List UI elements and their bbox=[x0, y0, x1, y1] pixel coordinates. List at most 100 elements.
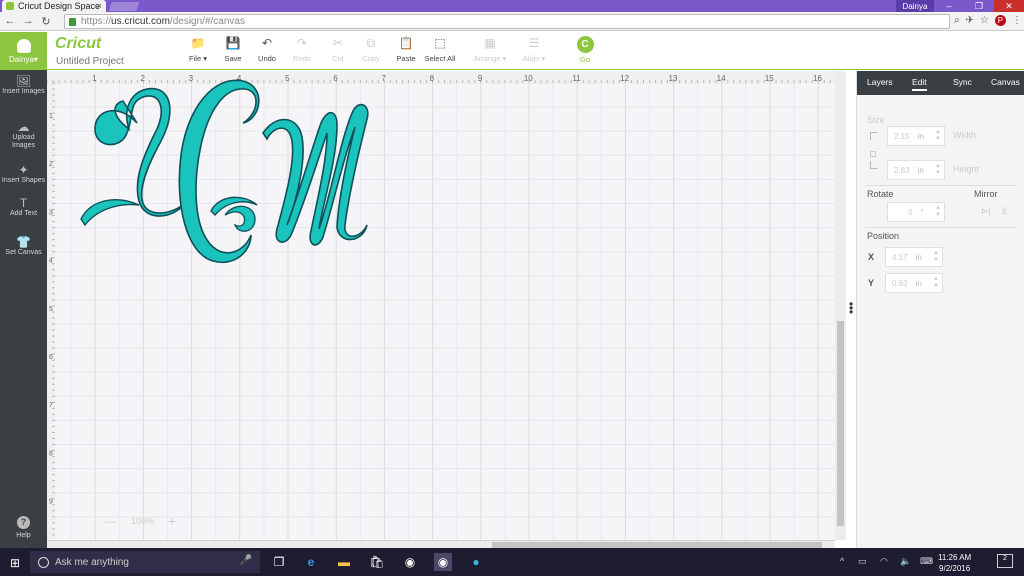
notifications-icon[interactable]: 2 bbox=[997, 554, 1013, 568]
close-window-button[interactable]: ✕ bbox=[994, 0, 1024, 12]
arrange-button[interactable]: ▦ Arrange ▾ bbox=[472, 36, 508, 63]
y-position-field[interactable]: 0.63 in ▲ ▼ bbox=[885, 273, 943, 293]
cortana-search-input[interactable]: Ask me anything 🎤 bbox=[30, 551, 260, 573]
undo-label: Undo bbox=[258, 54, 276, 63]
canvas-horizontal-scrollbar[interactable] bbox=[47, 540, 835, 548]
width-field[interactable]: 2.15 in ▲ ▼ bbox=[887, 126, 945, 146]
zoom-icon[interactable]: ⌕ bbox=[954, 15, 960, 26]
minimize-button[interactable]: – bbox=[934, 0, 964, 12]
volume-icon[interactable]: 🔈 bbox=[900, 556, 911, 567]
file-explorer-icon[interactable]: ▬ bbox=[335, 553, 353, 571]
extension-icon[interactable]: ✈ bbox=[966, 15, 974, 26]
ruler-x-label: 8 bbox=[430, 74, 435, 83]
paste-icon: 📋 bbox=[398, 36, 414, 50]
y-stepper-icon[interactable]: ▲ ▼ bbox=[933, 276, 939, 290]
select-all-button[interactable]: ⬚ Select All bbox=[422, 36, 458, 63]
x-position-field[interactable]: 4.17 in ▲ ▼ bbox=[885, 247, 943, 267]
battery-icon[interactable]: ▭ bbox=[858, 556, 867, 567]
address-bar-actions: ⌕ ✈ ☆ P ⋮ bbox=[954, 15, 1022, 26]
ruler-y-label: 2 bbox=[49, 161, 53, 168]
reload-icon[interactable]: ↻ bbox=[40, 15, 52, 28]
sidebar-item-upload-images[interactable]: ☁ Upload Images bbox=[0, 120, 47, 150]
zoom-out-button[interactable]: — bbox=[105, 514, 117, 528]
file-button[interactable]: 📁 File ▾ bbox=[180, 36, 216, 63]
chrome-active-icon[interactable]: ◉ bbox=[434, 553, 452, 571]
ruler-x-label: 13 bbox=[668, 74, 677, 83]
tray-expand-icon[interactable]: ^ bbox=[840, 556, 844, 566]
url-input[interactable]: https:// us.cricut.com /design/#/canvas bbox=[64, 14, 950, 29]
user-menu-label: Dainya▾ bbox=[9, 54, 38, 64]
keyboard-icon[interactable]: ⌨ bbox=[920, 556, 933, 567]
browser-profile-chip[interactable]: Dainya bbox=[896, 0, 934, 12]
height-stepper-icon[interactable]: ▲ ▼ bbox=[935, 163, 941, 177]
sidebar-item-insert-images[interactable]: 🖼 Insert Images bbox=[0, 74, 47, 96]
bookmark-star-icon[interactable]: ☆ bbox=[980, 15, 989, 26]
mirror-horizontal-icon[interactable]: ⊳| bbox=[981, 206, 991, 217]
tab-canvas[interactable]: Canvas bbox=[991, 77, 1020, 87]
store-icon[interactable]: 🛍 bbox=[368, 553, 386, 571]
sidebar-item-set-canvas[interactable]: 👕 Set Canvas bbox=[0, 235, 47, 257]
cortana-icon bbox=[38, 556, 49, 568]
x-stepper-icon[interactable]: ▲ ▼ bbox=[933, 250, 939, 264]
folder-icon: 📁 bbox=[190, 36, 206, 50]
save-label: Save bbox=[224, 54, 242, 63]
microphone-icon[interactable]: 🎤 bbox=[240, 555, 252, 566]
rotate-stepper-icon[interactable]: ▲ ▼ bbox=[935, 205, 941, 219]
lock-bracket-top-icon bbox=[870, 132, 878, 140]
user-menu-button[interactable]: Dainya▾ bbox=[0, 32, 47, 70]
file-label: File ▾ bbox=[189, 54, 207, 63]
cricut-logo[interactable]: Cricut bbox=[55, 35, 101, 53]
pinterest-icon[interactable]: P bbox=[994, 15, 1006, 26]
chrome-icon[interactable]: ◉ bbox=[401, 553, 419, 571]
restore-button[interactable]: ❐ bbox=[964, 0, 994, 12]
sidebar-item-insert-shapes[interactable]: ✦ Insert Shapes bbox=[0, 163, 47, 185]
vertical-scroll-thumb[interactable] bbox=[837, 321, 844, 526]
image-icon: 🖼 bbox=[15, 74, 32, 88]
new-tab-button[interactable] bbox=[108, 2, 140, 11]
save-button[interactable]: 💾 Save bbox=[215, 36, 251, 63]
lcm-monogram-image[interactable] bbox=[75, 75, 375, 275]
redo-button[interactable]: ↷ Redo bbox=[284, 36, 320, 63]
copy-button[interactable]: ⧉ Copy bbox=[353, 36, 389, 63]
forward-arrow-icon[interactable]: → bbox=[22, 15, 34, 27]
edge-browser-icon[interactable]: e bbox=[302, 553, 320, 571]
canvas-vertical-scrollbar[interactable] bbox=[835, 71, 846, 540]
chrome-menu-icon[interactable]: ⋮ bbox=[1012, 15, 1022, 26]
cut-label: Cut bbox=[332, 54, 344, 63]
ruler-x-label: 7 bbox=[381, 74, 386, 83]
height-field[interactable]: 2.83 in ▲ ▼ bbox=[887, 160, 945, 180]
align-button[interactable]: ☰ Align ▾ bbox=[516, 36, 552, 63]
help-button[interactable]: ? Help bbox=[0, 516, 47, 540]
edit-panel: Layers Edit Sync Canvas Size 2.15 in ▲ ▼ … bbox=[856, 71, 1024, 548]
app-icon[interactable]: ● bbox=[467, 553, 485, 571]
ruler-x-label: 10 bbox=[524, 74, 533, 83]
width-stepper-icon[interactable]: ▲ ▼ bbox=[935, 129, 941, 143]
text-icon: T bbox=[19, 196, 28, 210]
tab-close-icon[interactable]: × bbox=[97, 1, 102, 11]
task-view-icon[interactable]: ❐ bbox=[270, 553, 288, 571]
tab-layers[interactable]: Layers bbox=[867, 77, 893, 87]
undo-button[interactable]: ↶ Undo bbox=[249, 36, 285, 63]
aspect-lock-icon[interactable] bbox=[870, 151, 876, 157]
system-clock[interactable]: 11:26 AM 9/2/2016 bbox=[938, 552, 971, 574]
go-button[interactable]: C Go bbox=[567, 36, 603, 64]
width-unit: in bbox=[917, 131, 924, 141]
y-value: 0.63 bbox=[892, 278, 908, 288]
panel-resize-handle-icon[interactable]: • • • bbox=[849, 298, 853, 318]
windows-start-icon[interactable]: ⊞ bbox=[10, 556, 20, 570]
back-arrow-icon[interactable]: ← bbox=[4, 15, 16, 27]
paste-button[interactable]: 📋 Paste bbox=[388, 36, 424, 63]
cut-button[interactable]: ✂ Cut bbox=[320, 36, 356, 63]
mirror-vertical-icon[interactable]: ⊻ bbox=[1001, 206, 1008, 217]
wifi-icon[interactable]: ◠ bbox=[880, 556, 888, 567]
redo-icon: ↷ bbox=[296, 36, 308, 50]
sidebar-item-add-text[interactable]: T Add Text bbox=[0, 196, 47, 218]
browser-tab[interactable]: Cricut Design Space × bbox=[2, 0, 106, 12]
mirror-label: Mirror bbox=[974, 189, 998, 199]
rotate-field[interactable]: 0 ° ▲ ▼ bbox=[887, 202, 945, 222]
tab-edit[interactable]: Edit bbox=[912, 77, 927, 91]
project-name[interactable]: Untitled Project bbox=[56, 56, 124, 67]
design-canvas[interactable]: 1 2 3 4 5 6 7 8 9 10 11 12 13 14 15 16 1 2 3 4 5 6 7 8 9 — 100% … bbox=[47, 71, 846, 540]
zoom-in-button[interactable]: + bbox=[168, 513, 176, 529]
tab-sync[interactable]: Sync bbox=[953, 77, 972, 87]
